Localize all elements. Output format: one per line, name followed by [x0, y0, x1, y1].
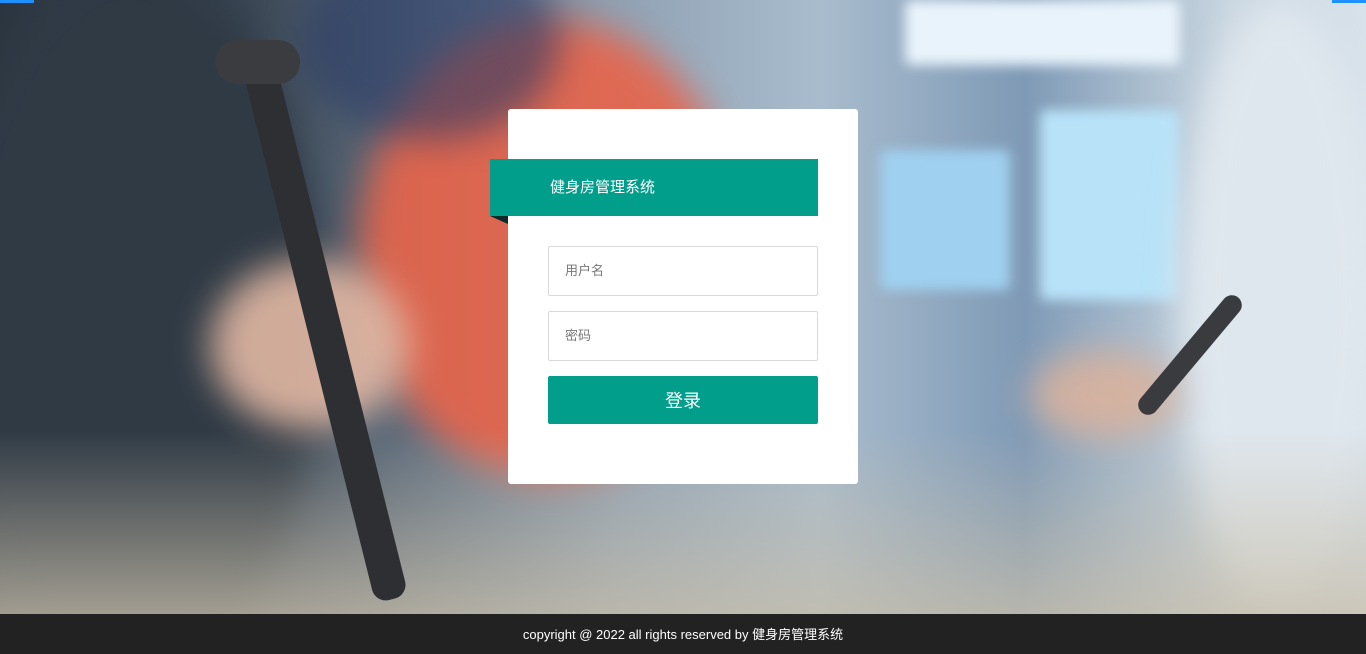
- password-input[interactable]: [548, 311, 818, 361]
- login-button[interactable]: 登录: [548, 376, 818, 424]
- ribbon-fold: [490, 216, 508, 224]
- username-input[interactable]: [548, 246, 818, 296]
- corner-accent-left: [0, 0, 34, 3]
- footer-copyright: copyright @ 2022 all rights reserved by …: [0, 614, 1366, 654]
- corner-accent-right: [1332, 0, 1366, 3]
- login-title: 健身房管理系统: [490, 159, 818, 216]
